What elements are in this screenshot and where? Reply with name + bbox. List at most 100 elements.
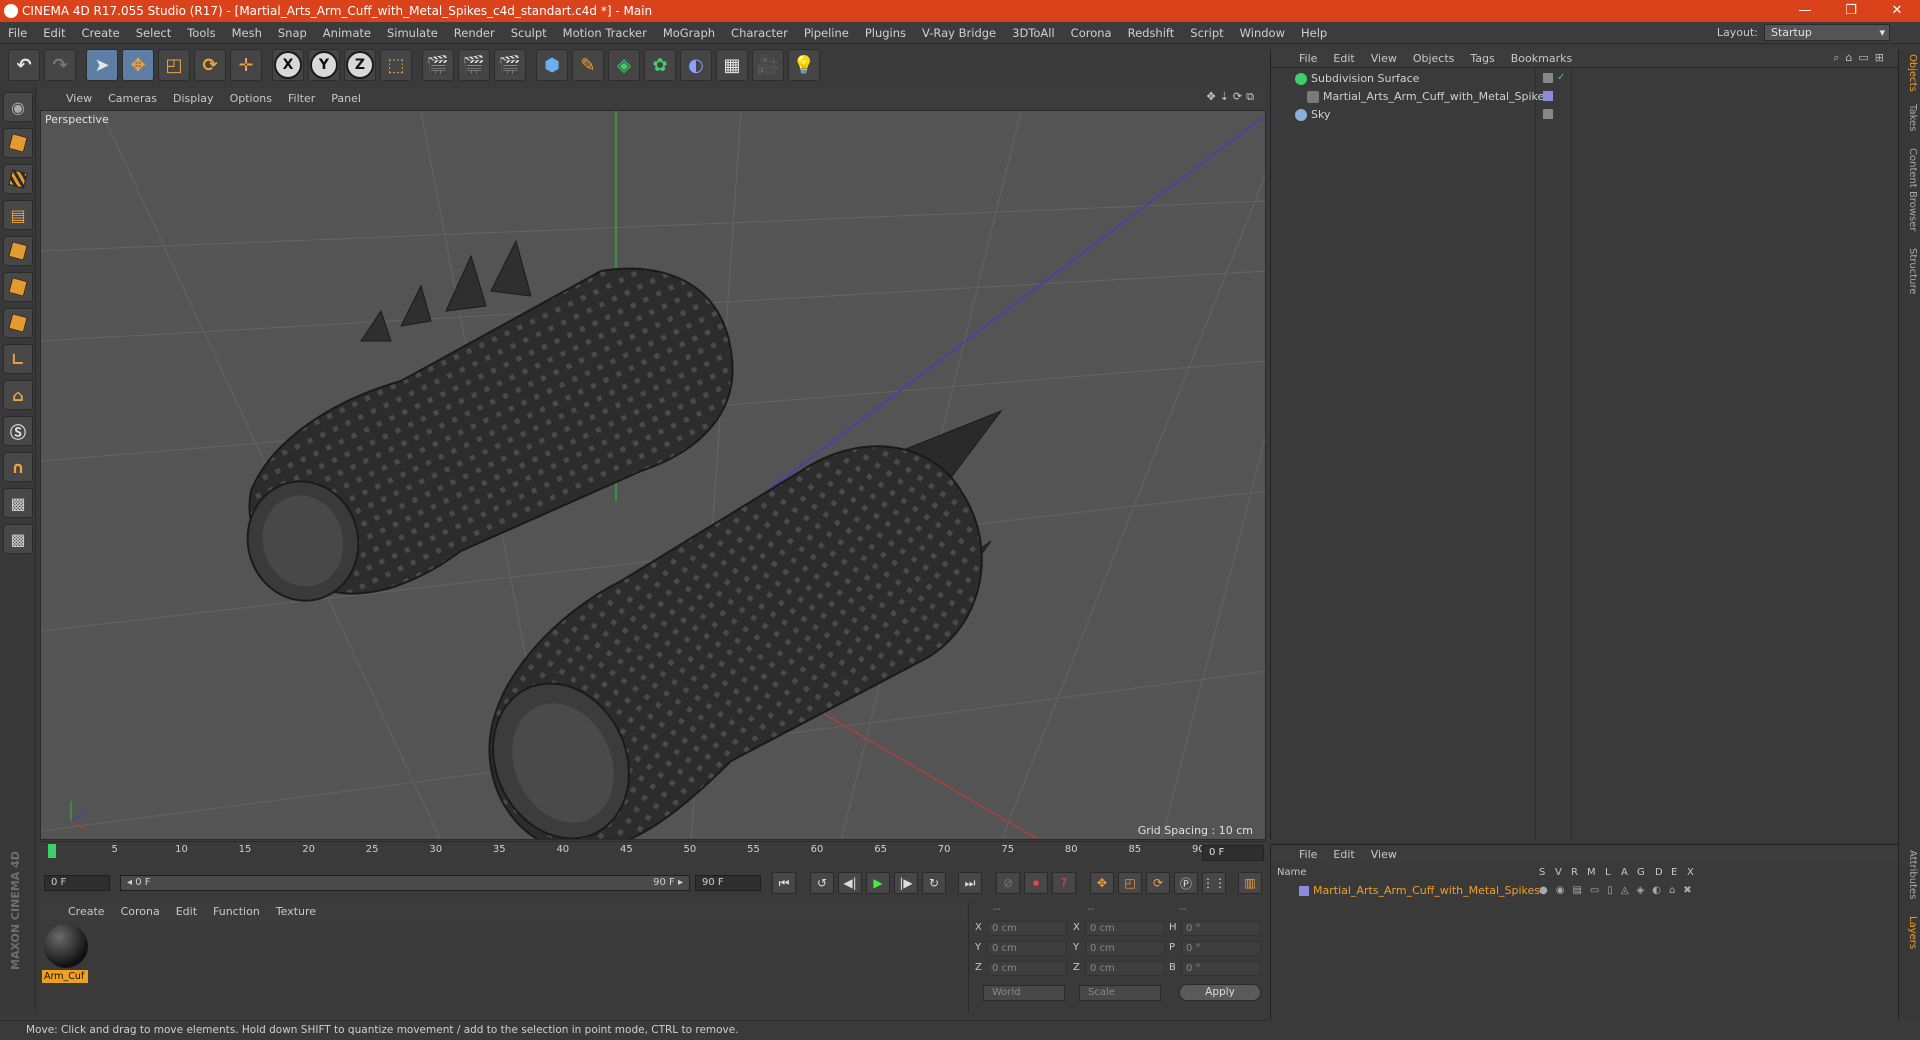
layout-dropdown[interactable]: Startup <box>1764 24 1890 41</box>
timeline-ruler[interactable]: 051015202530354045505560657075808590 0 F <box>40 841 1266 863</box>
menu-snap[interactable]: Snap <box>270 26 315 40</box>
layer-row[interactable]: Martial_Arts_Arm_Cuff_with_Metal_Spikes … <box>1271 883 1899 899</box>
size-z-field[interactable]: 0 cm <box>1085 961 1165 976</box>
workplane-align-button[interactable]: ▩ <box>3 524 33 554</box>
add-nurbs-button[interactable]: ◈ <box>608 49 640 81</box>
layer-menu-file[interactable]: File <box>1291 848 1325 861</box>
obj-menu-objects[interactable]: Objects <box>1405 52 1463 65</box>
material-menu-create[interactable]: Create <box>60 905 113 918</box>
menu-corona[interactable]: Corona <box>1063 26 1120 40</box>
coord-system-dropdown[interactable]: World <box>983 985 1065 1001</box>
render-view-button[interactable]: 🎬 <box>422 49 454 81</box>
close-icon[interactable]: ✕ <box>1874 0 1920 22</box>
size-y-field[interactable]: 0 cm <box>1085 941 1165 956</box>
viewport-nav-icons[interactable]: ✥⇣⟳⧉ <box>1206 90 1258 104</box>
add-camera-button[interactable]: 🎥 <box>752 49 784 81</box>
points-mode-button[interactable] <box>3 236 33 266</box>
live-select-button[interactable]: ✛ <box>230 49 262 81</box>
minimize-icon[interactable]: — <box>1782 0 1828 22</box>
viewport-menu-display[interactable]: Display <box>165 92 222 105</box>
visibility-flag-icon[interactable] <box>1543 109 1553 119</box>
menu-redshift[interactable]: Redshift <box>1120 26 1183 40</box>
keyframe-selection-button[interactable]: ? <box>1052 872 1076 894</box>
add-deformer-button[interactable]: ◐ <box>680 49 712 81</box>
frame-range-slider[interactable]: ◂ 0 F 90 F ▸ <box>120 875 690 891</box>
redo-button[interactable]: ↷ <box>44 49 76 81</box>
side-tab-content-browser[interactable]: Content Browser <box>1902 148 1918 231</box>
render-picture-viewer-button[interactable]: 🎬 <box>458 49 490 81</box>
layer-color-swatch[interactable] <box>1299 886 1309 896</box>
size-x-field[interactable]: 0 cm <box>1085 921 1165 936</box>
restore-icon[interactable]: ❐ <box>1828 0 1874 22</box>
material-menu-function[interactable]: Function <box>205 905 268 918</box>
autokey-button[interactable]: ⏺ <box>1024 872 1048 894</box>
size-mode-dropdown[interactable]: Scale <box>1079 985 1161 1001</box>
pos-z-field[interactable]: 0 cm <box>987 961 1067 976</box>
menu-edit[interactable]: Edit <box>35 26 73 40</box>
rot-b-field[interactable]: 0 ° <box>1181 961 1261 976</box>
previous-frame-button[interactable]: ◀| <box>838 872 862 894</box>
scale-tool-button[interactable]: ◰ <box>158 49 190 81</box>
viewport-menu-panel[interactable]: Panel <box>323 92 369 105</box>
menu-select[interactable]: Select <box>128 26 179 40</box>
enabled-check-icon[interactable]: ✓ <box>1557 73 1567 83</box>
model-mode-button[interactable] <box>3 128 33 158</box>
menu-mograph[interactable]: MoGraph <box>655 26 723 40</box>
object-name[interactable]: Martial_Arts_Arm_Cuff_with_Metal_Spikes <box>1323 90 1550 103</box>
object-row[interactable]: Subdivision Surface ✓ <box>1271 70 1899 88</box>
side-tab-objects[interactable]: Objects <box>1902 54 1918 92</box>
apply-button[interactable]: Apply <box>1179 984 1261 1001</box>
material-menu-corona[interactable]: Corona <box>113 905 168 918</box>
menu-script[interactable]: Script <box>1182 26 1231 40</box>
pos-y-field[interactable]: 0 cm <box>987 941 1067 956</box>
coordinate-system-button[interactable]: ⬚ <box>380 49 412 81</box>
add-cube-button[interactable]: ⬢ <box>536 49 568 81</box>
side-tab-takes[interactable]: Takes <box>1902 104 1918 131</box>
obj-menu-edit[interactable]: Edit <box>1325 52 1362 65</box>
menu-mesh[interactable]: Mesh <box>224 26 270 40</box>
rot-p-field[interactable]: 0 ° <box>1181 941 1261 956</box>
snap-button[interactable]: ∩ <box>3 452 33 482</box>
visibility-flag-icon[interactable] <box>1543 73 1553 83</box>
menu-window[interactable]: Window <box>1232 26 1293 40</box>
axis-mode-button[interactable]: ∟ <box>3 344 33 374</box>
select-tool-button[interactable]: ➤ <box>86 49 118 81</box>
material-menu-edit[interactable]: Edit <box>168 905 205 918</box>
menu-pipeline[interactable]: Pipeline <box>796 26 857 40</box>
key-parameter-button[interactable]: Ⓟ <box>1174 872 1198 894</box>
side-tab-structure[interactable]: Structure <box>1902 248 1918 295</box>
make-editable-button[interactable]: ◉ <box>3 92 33 122</box>
object-name[interactable]: Sky <box>1311 108 1330 121</box>
key-scale-button[interactable]: ◰ <box>1118 872 1142 894</box>
timeline-ticks[interactable]: 051015202530354045505560657075808590 <box>48 842 1205 864</box>
obj-manager-tool-icons[interactable]: ⌕⌂▭⊞ <box>1833 51 1890 65</box>
viewport-3d[interactable]: Perspective Grid Spacing : 10 cm <box>40 110 1266 840</box>
rot-h-field[interactable]: 0 ° <box>1181 921 1261 936</box>
menu-render[interactable]: Render <box>446 26 503 40</box>
obj-menu-bookmarks[interactable]: Bookmarks <box>1503 52 1580 65</box>
material-menu-texture[interactable]: Texture <box>268 905 324 918</box>
add-spline-button[interactable]: ✎ <box>572 49 604 81</box>
previous-key-button[interactable]: ↺ <box>810 872 834 894</box>
current-frame-field[interactable]: 0 F <box>1202 845 1264 861</box>
obj-menu-view[interactable]: View <box>1363 52 1405 65</box>
record-keys-button[interactable]: ⊘ <box>996 872 1020 894</box>
add-light-button[interactable]: 💡 <box>788 49 820 81</box>
go-to-end-button[interactable]: ⏭ <box>958 872 982 894</box>
object-row[interactable]: Sky <box>1271 106 1899 124</box>
viewport-menu-view[interactable]: View <box>58 92 100 105</box>
menu-create[interactable]: Create <box>74 26 128 40</box>
texture-mode-button[interactable] <box>3 164 33 194</box>
x-axis-button[interactable]: X <box>272 49 304 81</box>
menu-vray-bridge[interactable]: V-Ray Bridge <box>914 26 1004 40</box>
key-rotation-button[interactable]: ⟳ <box>1146 872 1170 894</box>
render-settings-button[interactable]: 🎬 <box>494 49 526 81</box>
go-to-start-button[interactable]: ⏮ <box>772 872 796 894</box>
next-key-button[interactable]: ↻ <box>922 872 946 894</box>
workplane-lock-button[interactable]: ▩ <box>3 488 33 518</box>
menu-file[interactable]: File <box>0 26 35 40</box>
layer-name[interactable]: Martial_Arts_Arm_Cuff_with_Metal_Spikes <box>1313 884 1540 897</box>
move-tool-button[interactable]: ✥ <box>122 49 154 81</box>
menu-3dtoall[interactable]: 3DToAll <box>1004 26 1063 40</box>
end-frame-field[interactable]: 90 F <box>695 875 761 891</box>
